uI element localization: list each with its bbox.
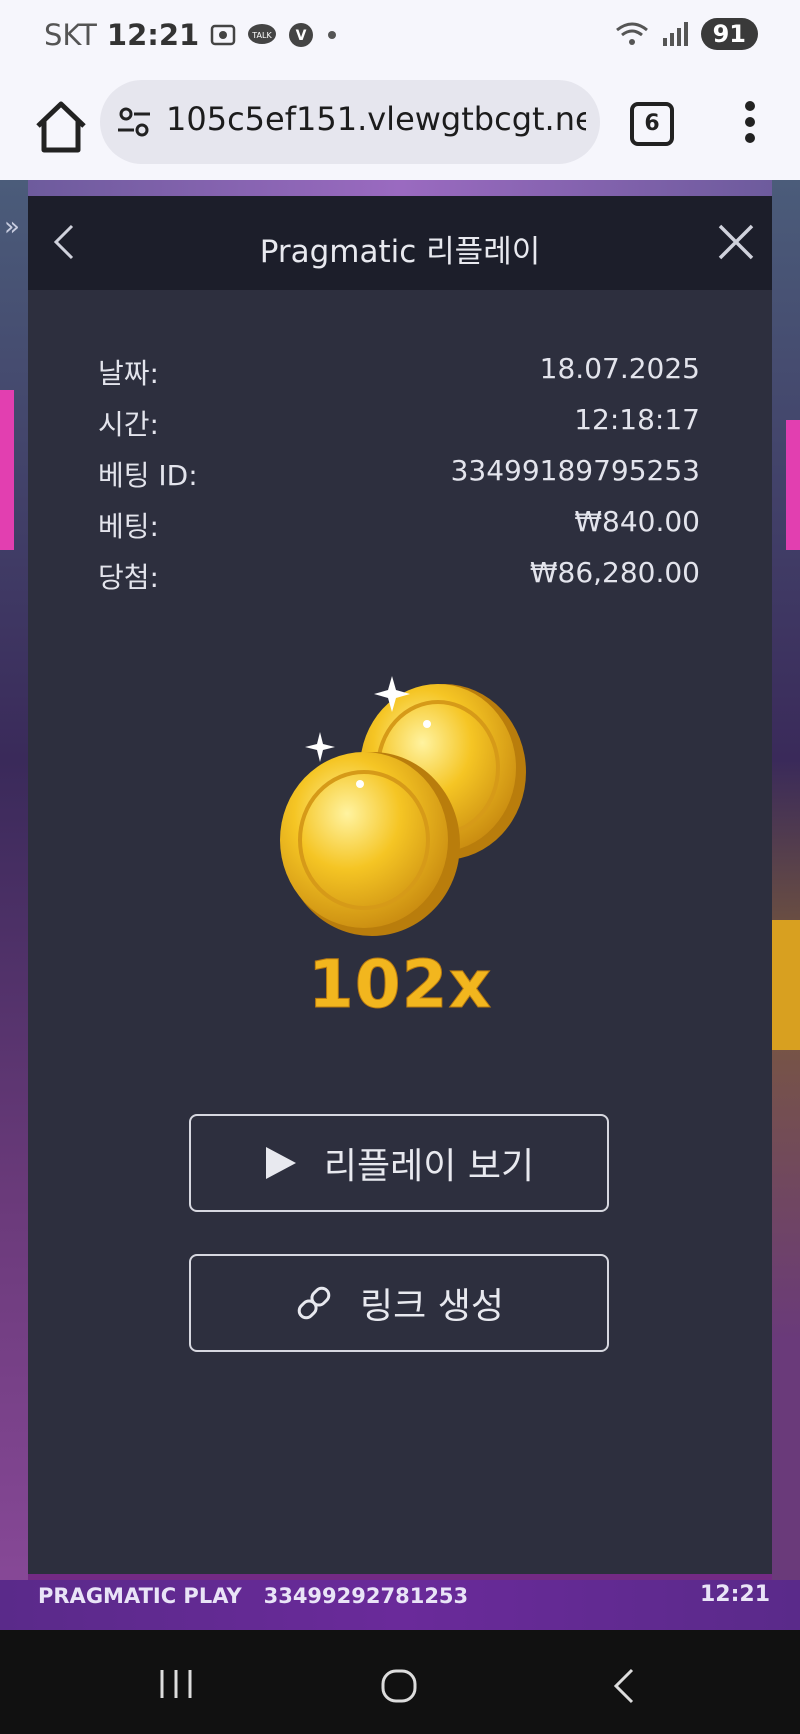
game-right-edge xyxy=(772,180,800,1630)
detail-value: ₩840.00 xyxy=(574,505,700,538)
notification-dot-icon xyxy=(328,31,337,39)
status-left: SKT 12:21 TALK V xyxy=(44,18,339,52)
screenshot-icon xyxy=(210,24,236,46)
verified-app-icon: V xyxy=(289,23,314,47)
back-nav-icon[interactable] xyxy=(612,1668,636,1704)
carrier-label: SKT xyxy=(44,18,97,52)
detail-row-bet-id: 베팅 ID: 33499189795253 xyxy=(98,454,700,505)
game-decor-gold xyxy=(772,920,800,1050)
game-clock: 12:21 xyxy=(699,1582,770,1607)
detail-label: 시간: xyxy=(98,408,159,441)
bet-details: 날짜: 18.07.2025 시간: 12:18:17 베팅 ID: 33499… xyxy=(98,352,700,607)
detail-value: ₩86,280.00 xyxy=(529,556,700,589)
gold-coins-icon xyxy=(280,676,526,936)
create-link-button[interactable]: 링크 생성 xyxy=(189,1254,609,1352)
create-link-label: 링크 생성 xyxy=(360,1286,504,1327)
status-bar: SKT 12:21 TALK V 91 xyxy=(0,0,800,74)
detail-value: 12:18:17 xyxy=(574,403,700,436)
wifi-icon xyxy=(615,22,648,45)
detail-value: 33499189795253 xyxy=(450,454,700,487)
detail-label: 베팅 ID: xyxy=(98,459,198,492)
svg-text:V: V xyxy=(296,28,307,44)
detail-label: 베팅: xyxy=(98,510,159,543)
status-right: 91 xyxy=(615,18,758,50)
close-icon[interactable] xyxy=(714,220,758,264)
win-multiplier: 102x xyxy=(307,946,493,1024)
address-bar[interactable]: 105c5ef151.vlewgtbcgt.net/g xyxy=(100,80,600,164)
home-nav-icon[interactable] xyxy=(380,1668,418,1704)
detail-row-bet: 베팅: ₩840.00 xyxy=(98,505,700,556)
detail-row-date: 날짜: 18.07.2025 xyxy=(98,352,700,403)
link-icon xyxy=(297,1286,331,1320)
detail-label: 당첨: xyxy=(98,561,159,594)
modal-title: Pragmatic 리플레이 xyxy=(259,234,541,270)
url-text[interactable]: 105c5ef151.vlewgtbcgt.net/g xyxy=(166,100,586,138)
round-id: 33499292781253 xyxy=(263,1584,469,1608)
status-time: 12:21 xyxy=(106,18,200,52)
recent-apps-icon[interactable] xyxy=(158,1668,194,1700)
more-menu-icon[interactable] xyxy=(738,100,762,144)
detail-label: 날짜: xyxy=(98,357,159,390)
watch-replay-label: 리플레이 보기 xyxy=(323,1146,535,1187)
game-footer-info: PRAGMATIC PLAY 33499292781253 xyxy=(38,1584,468,1608)
home-icon[interactable] xyxy=(30,96,92,158)
talk-icon: TALK xyxy=(248,24,277,44)
browser-toolbar: 105c5ef151.vlewgtbcgt.net/g 6 xyxy=(0,74,800,180)
game-decor-left xyxy=(0,390,14,550)
watch-replay-button[interactable]: 리플레이 보기 xyxy=(189,1114,609,1212)
svg-text:TALK: TALK xyxy=(251,31,272,40)
site-settings-icon[interactable] xyxy=(116,104,152,140)
tab-switcher-button[interactable]: 6 xyxy=(630,102,674,146)
system-nav-bar xyxy=(0,1630,800,1734)
detail-value: 18.07.2025 xyxy=(539,352,700,385)
expand-panel-icon[interactable]: » xyxy=(4,212,20,242)
game-decor-right xyxy=(786,420,800,550)
signal-icon xyxy=(662,22,688,46)
replay-modal: Pragmatic 리플레이 날짜: 18.07.2025 시간: 12:18:… xyxy=(28,196,772,1574)
battery-indicator: 91 xyxy=(700,18,758,50)
play-icon xyxy=(265,1147,296,1179)
detail-row-time: 시간: 12:18:17 xyxy=(98,403,700,454)
detail-row-win: 당첨: ₩86,280.00 xyxy=(98,556,700,607)
provider-label: PRAGMATIC PLAY xyxy=(38,1584,242,1608)
modal-header: Pragmatic 리플레이 xyxy=(28,196,772,290)
